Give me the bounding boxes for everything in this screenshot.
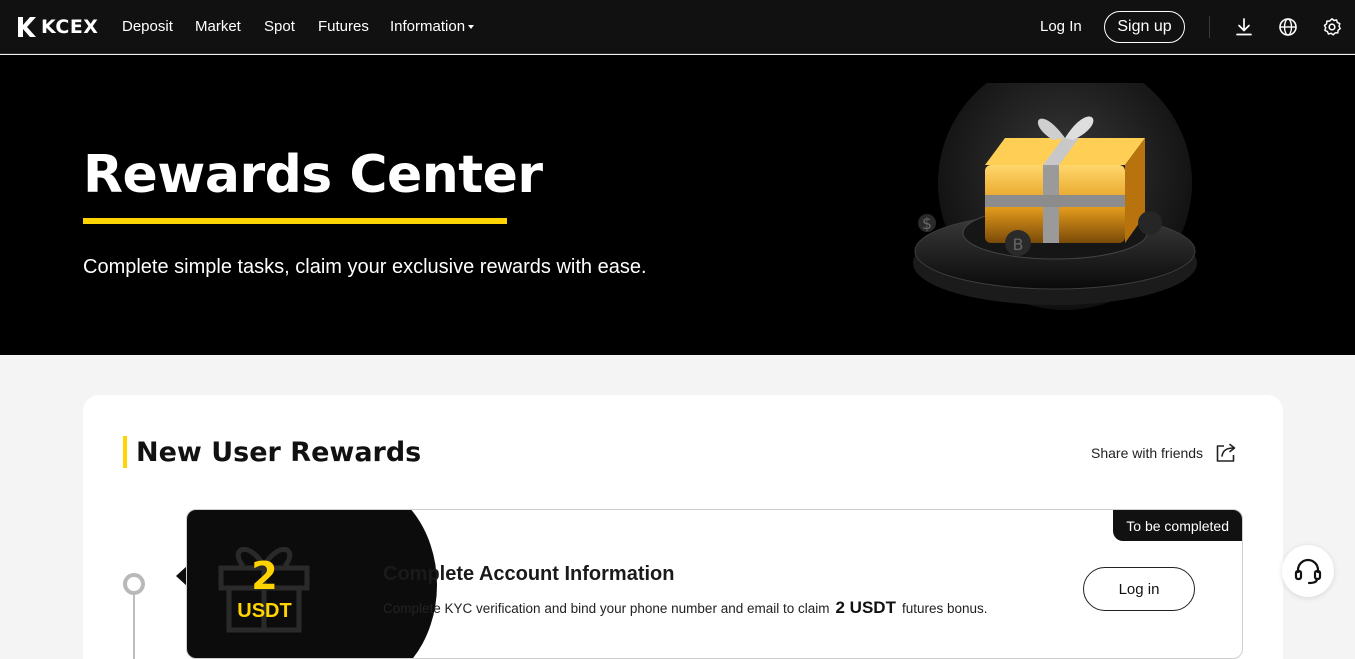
section-title: New User Rewards [136,437,422,468]
reward-amount: 2 [251,554,278,598]
brand-name: KCEX [41,16,99,38]
kcex-logo[interactable]: KCEX [16,15,98,39]
hero-subtitle: Complete simple tasks, claim your exclus… [83,256,647,278]
nav-information[interactable]: Information [390,18,475,35]
task-title: Complete Account Information [383,563,675,585]
nav-information-label: Information [390,18,466,35]
svg-text:B: B [1013,235,1024,254]
share-icon [1216,443,1236,462]
timeline-dot [123,573,145,595]
top-nav: KCEX Deposit Market Spot Futures Informa… [0,0,1355,54]
task-description: Complete KYC verification and bind your … [383,598,988,618]
svg-text:$: $ [922,214,932,233]
task-desc-suffix: futures bonus. [901,601,988,616]
nav-futures[interactable]: Futures [318,18,369,35]
share-label: Share with friends [1091,445,1204,461]
task-complete-account-info: 2 USDT To be completed Complete Account … [186,509,1243,659]
download-icon[interactable] [1234,17,1254,37]
new-user-rewards-card: New User Rewards Share with friends 2 US… [83,395,1283,659]
gear-icon[interactable] [1322,17,1342,37]
globe-icon[interactable] [1278,17,1298,37]
login-link[interactable]: Log In [1040,18,1082,35]
kcex-logo-mark-icon [18,17,36,37]
task-desc-text: Complete KYC verification and bind your … [383,601,830,616]
hero-title-underline [83,218,507,224]
timeline-line [133,593,135,659]
nav-market[interactable]: Market [195,18,241,35]
nav-divider [1209,16,1210,38]
status-badge: To be completed [1113,510,1242,541]
task-login-button[interactable]: Log in [1083,567,1195,611]
hero-banner: Rewards Center Complete simple tasks, cl… [0,55,1355,355]
signup-button[interactable]: Sign up [1104,11,1185,43]
reward-unit: USDT [237,600,292,622]
section-accent-bar [123,436,127,468]
nav-deposit[interactable]: Deposit [122,18,173,35]
gift-box-illustration: $ B [913,83,1197,310]
task-desc-highlight: 2 USDT [835,598,896,617]
share-with-friends[interactable]: Share with friends [1091,443,1237,463]
nav-spot[interactable]: Spot [264,18,295,35]
customer-support-button[interactable] [1282,545,1334,597]
hero-title: Rewards Center [83,145,543,205]
headset-icon [1294,558,1322,585]
caret-down-icon [468,25,475,30]
